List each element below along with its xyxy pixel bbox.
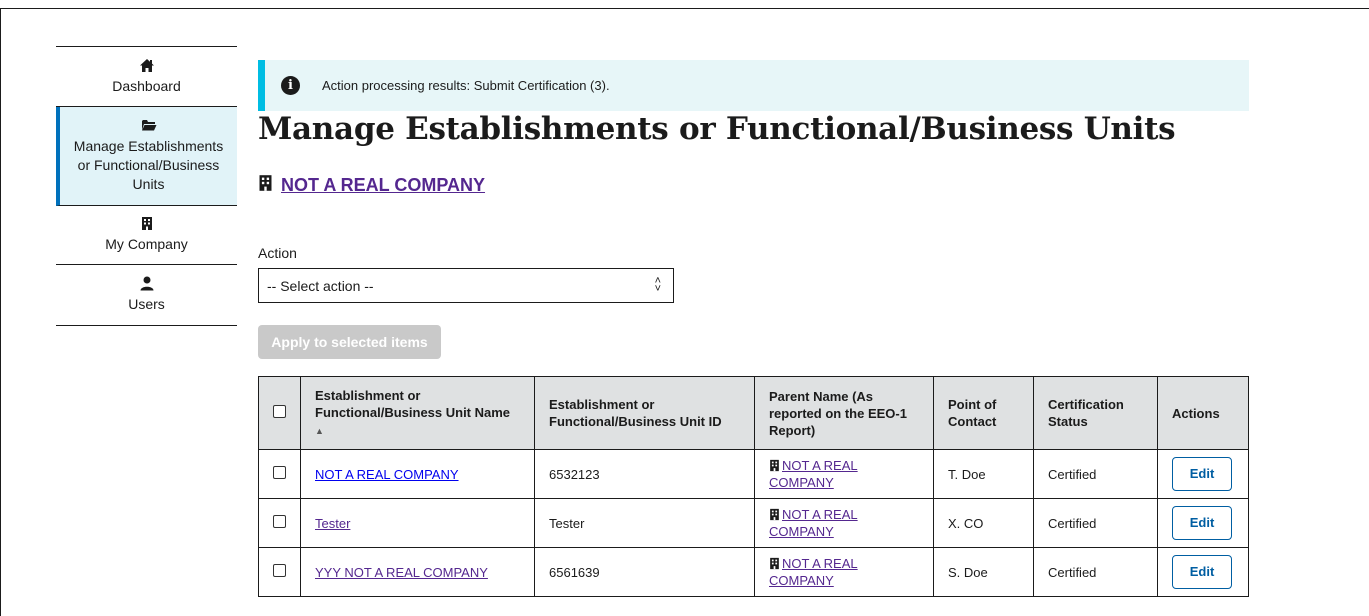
building-icon xyxy=(258,174,273,197)
sort-ascending-icon: ▲ xyxy=(315,425,324,436)
establishment-name-link[interactable]: YYY NOT A REAL COMPANY xyxy=(315,565,488,580)
certification-status: Certified xyxy=(1033,449,1158,499)
column-header-parent: Parent Name (As reported on the EEO-1 Re… xyxy=(754,376,934,450)
establishment-id: 6532123 xyxy=(534,449,755,499)
select-arrows-icon: ˄ ˅ xyxy=(654,275,661,295)
building-icon xyxy=(769,459,780,475)
certification-status: Certified xyxy=(1033,498,1158,548)
row-checkbox[interactable] xyxy=(273,466,286,479)
info-icon: i xyxy=(281,76,300,95)
home-icon xyxy=(139,58,155,76)
company-link[interactable]: NOT A REAL COMPANY xyxy=(281,175,485,196)
building-icon xyxy=(769,508,780,524)
table-row: NOT A REAL COMPANY 6532123 NOT A REAL CO… xyxy=(258,449,1249,499)
edit-button[interactable]: Edit xyxy=(1172,555,1232,589)
establishment-id: 6561639 xyxy=(534,547,755,597)
column-header-actions: Actions xyxy=(1157,376,1249,450)
column-header-name[interactable]: Establishment or Functional/Business Uni… xyxy=(300,376,535,450)
row-checkbox[interactable] xyxy=(273,515,286,528)
action-select[interactable]: -- Select action -- ˄ ˅ xyxy=(258,268,674,303)
select-all-checkbox[interactable] xyxy=(273,404,286,418)
edit-button[interactable]: Edit xyxy=(1172,506,1232,540)
sidebar-item-dashboard[interactable]: Dashboard xyxy=(56,47,237,107)
edit-button[interactable]: Edit xyxy=(1172,457,1232,491)
user-icon xyxy=(140,276,154,294)
apply-selected-button[interactable]: Apply to selected items xyxy=(258,325,441,359)
table-header-row: Establishment or Functional/Business Uni… xyxy=(258,376,1249,450)
table-row: Tester Tester NOT A REAL COMPANY X. CO C… xyxy=(258,498,1249,548)
parent-name-link[interactable]: NOT A REAL COMPANY xyxy=(769,507,858,539)
sidebar-item-manage-establishments[interactable]: Manage Establishments or Functional/Busi… xyxy=(56,107,237,206)
sidebar-item-label: My Company xyxy=(105,236,188,252)
sidebar-item-users[interactable]: Users xyxy=(56,265,237,326)
page-title: Manage Establishments or Functional/Busi… xyxy=(258,111,1176,147)
main-content: i Action processing results: Submit Cert… xyxy=(258,60,1249,597)
column-header-id: Establishment or Functional/Business Uni… xyxy=(534,376,755,450)
sidebar-item-label: Dashboard xyxy=(112,77,181,94)
sidebar-nav: Dashboard Manage Establishments or Funct… xyxy=(56,46,237,326)
info-alert: i Action processing results: Submit Cert… xyxy=(258,60,1249,111)
column-header-status: Certification Status xyxy=(1033,376,1158,450)
establishment-name-link[interactable]: Tester xyxy=(315,516,350,531)
parent-name-link[interactable]: NOT A REAL COMPANY xyxy=(769,556,858,588)
row-checkbox[interactable] xyxy=(273,564,286,577)
folder-open-icon xyxy=(141,118,157,136)
establishment-name-link[interactable]: NOT A REAL COMPANY xyxy=(315,467,459,482)
alert-text: Action processing results: Submit Certif… xyxy=(322,78,610,93)
sidebar-item-label: Users xyxy=(128,296,165,312)
parent-name-link[interactable]: NOT A REAL COMPANY xyxy=(769,458,858,490)
table-row: YYY NOT A REAL COMPANY 6561639 NOT A REA… xyxy=(258,547,1249,597)
select-all-cell xyxy=(258,376,301,450)
column-header-contact: Point of Contact xyxy=(933,376,1034,450)
point-of-contact: T. Doe xyxy=(933,449,1034,499)
establishments-table: Establishment or Functional/Business Uni… xyxy=(258,376,1249,597)
action-select-value: -- Select action -- xyxy=(267,277,374,294)
point-of-contact: X. CO xyxy=(933,498,1034,548)
action-label: Action xyxy=(258,245,297,261)
sidebar-item-my-company[interactable]: My Company xyxy=(56,206,237,265)
point-of-contact: S. Doe xyxy=(933,547,1034,597)
establishment-id: Tester xyxy=(534,498,755,548)
certification-status: Certified xyxy=(1033,547,1158,597)
building-icon xyxy=(141,216,153,234)
sidebar-item-label: Manage Establishments or Functional/Busi… xyxy=(73,138,224,192)
company-heading: NOT A REAL COMPANY xyxy=(258,174,485,197)
building-icon xyxy=(769,557,780,573)
